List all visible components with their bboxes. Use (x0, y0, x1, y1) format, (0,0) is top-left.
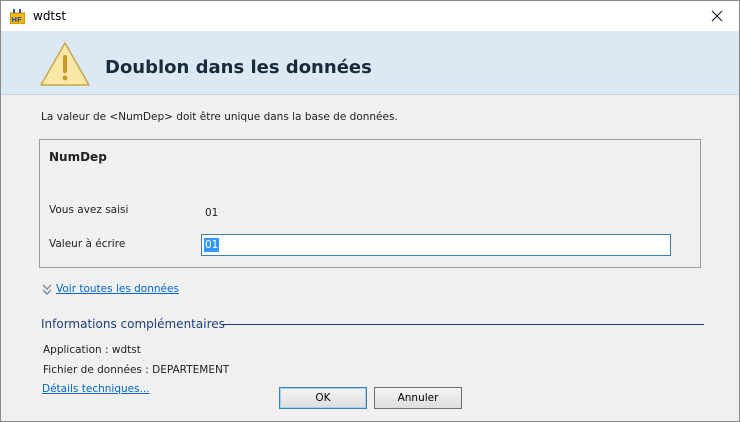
title-bar: HF wdtst (1, 1, 739, 31)
entered-value: 01 (205, 207, 219, 219)
info-section-title: Informations complémentaires (41, 317, 225, 331)
cancel-button[interactable]: Annuler (374, 387, 462, 409)
warning-icon (40, 42, 90, 86)
close-button[interactable] (695, 1, 739, 31)
write-value-text: 01 (204, 238, 220, 252)
windev-app-icon: HF (10, 9, 25, 24)
entered-label: Vous avez saisi (49, 204, 129, 216)
double-chevron-down-icon (42, 284, 52, 295)
write-label: Valeur à écrire (49, 238, 126, 250)
show-all-data-toggle[interactable]: Voir toutes les données (42, 283, 179, 295)
data-file-info: Fichier de données : DEPARTEMENT (43, 364, 230, 376)
ok-button[interactable]: OK (279, 387, 367, 409)
dialog-header: Doublon dans les données (1, 31, 739, 95)
dialog-heading: Doublon dans les données (105, 57, 372, 78)
dialog-window: HF wdtst Doublon dans les données La val… (0, 0, 740, 422)
field-group-title: NumDep (49, 150, 107, 164)
window-title: wdtst (33, 9, 67, 23)
error-message: La valeur de <NumDep> doit être unique d… (41, 111, 398, 123)
info-section-divider (222, 324, 704, 325)
write-value-input[interactable]: 01 (201, 234, 671, 256)
technical-details-link[interactable]: Détails techniques... (42, 383, 150, 395)
field-group: NumDep Vous avez saisi 01 Valeur à écrir… (39, 139, 701, 268)
svg-text:HF: HF (11, 16, 22, 24)
close-icon (711, 10, 723, 22)
show-all-data-link[interactable]: Voir toutes les données (56, 283, 179, 295)
application-info: Application : wdtst (43, 344, 141, 356)
cancel-button-label: Annuler (397, 392, 439, 404)
ok-button-label: OK (315, 392, 331, 404)
